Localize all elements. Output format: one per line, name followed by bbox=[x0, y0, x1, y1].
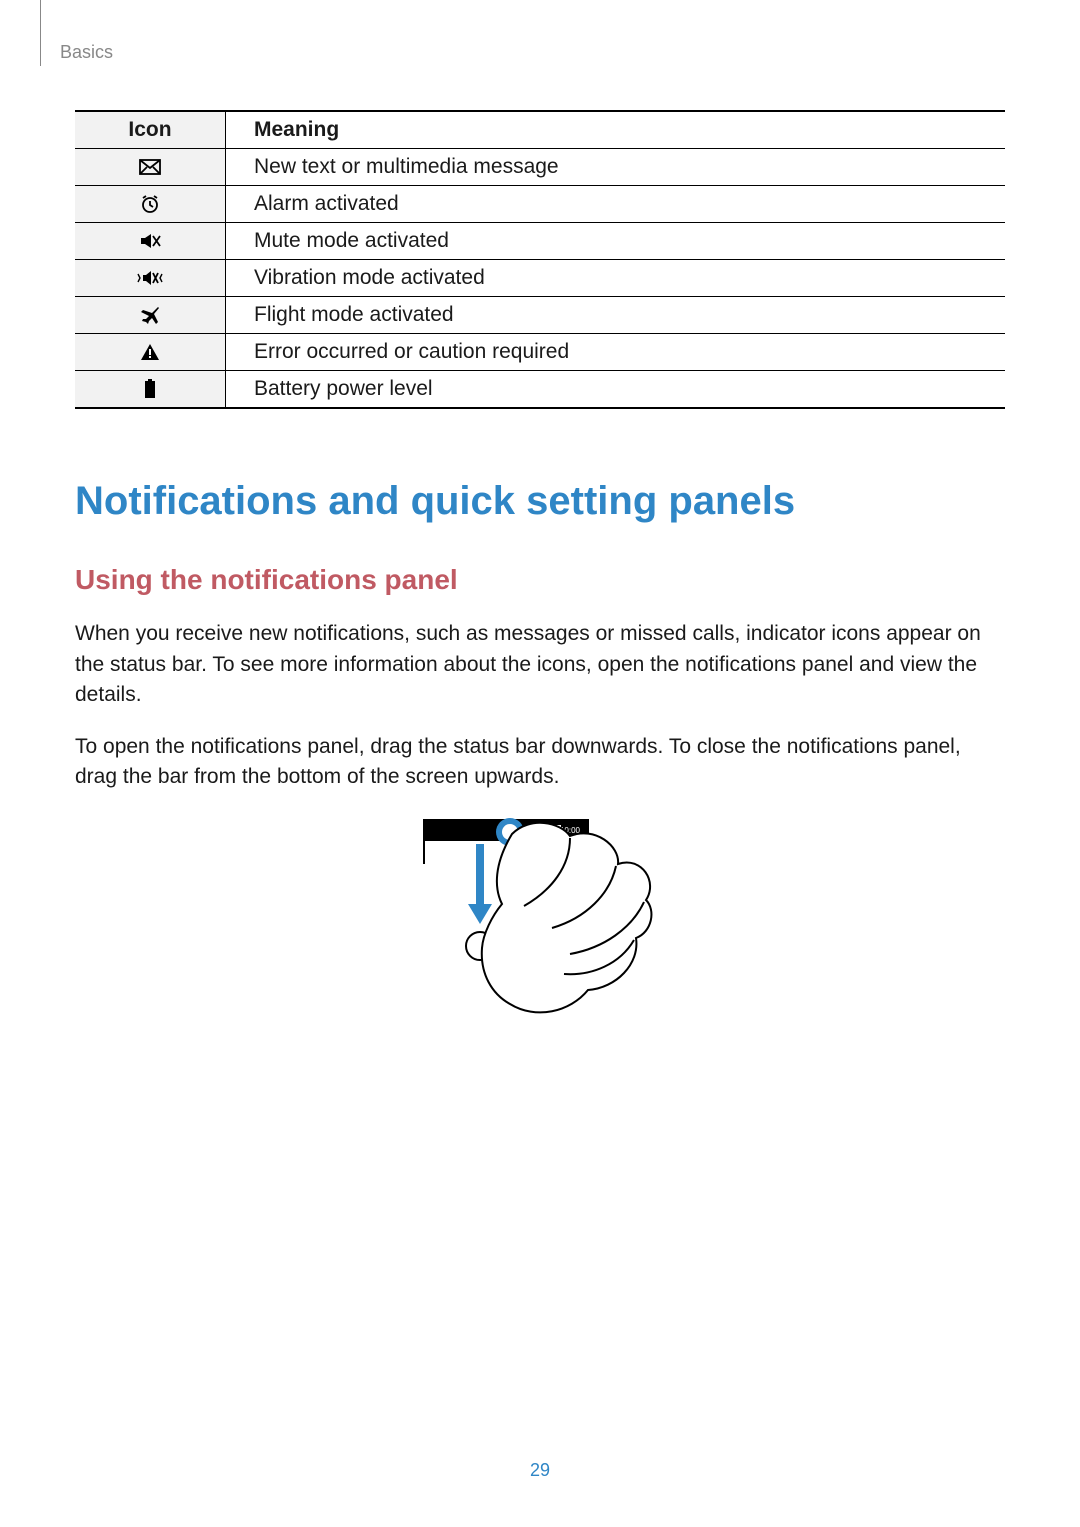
message-icon bbox=[75, 149, 226, 186]
table-cell-meaning: Vibration mode activated bbox=[226, 260, 1006, 297]
table-row: Vibration mode activated bbox=[75, 260, 1005, 297]
alarm-icon bbox=[75, 186, 226, 223]
table-header-meaning: Meaning bbox=[226, 111, 1006, 149]
header-rule bbox=[40, 0, 41, 66]
body-paragraph: When you receive new notifications, such… bbox=[75, 619, 1005, 710]
table-cell-meaning: Flight mode activated bbox=[226, 297, 1006, 334]
section-title: Notifications and quick setting panels bbox=[75, 479, 1005, 524]
table-row: Flight mode activated bbox=[75, 297, 1005, 334]
vibrate-icon bbox=[75, 260, 226, 297]
table-cell-meaning: Battery power level bbox=[226, 371, 1006, 409]
airplane-icon bbox=[75, 297, 226, 334]
table-row: Mute mode activated bbox=[75, 223, 1005, 260]
table-row: Battery power level bbox=[75, 371, 1005, 409]
table-header-icon: Icon bbox=[75, 111, 226, 149]
table-row: Error occurred or caution required bbox=[75, 334, 1005, 371]
breadcrumb: Basics bbox=[60, 42, 113, 63]
battery-icon bbox=[75, 371, 226, 409]
table-cell-meaning: Error occurred or caution required bbox=[226, 334, 1006, 371]
table-cell-meaning: Alarm activated bbox=[226, 186, 1006, 223]
table-cell-meaning: New text or multimedia message bbox=[226, 149, 1006, 186]
mute-icon bbox=[75, 223, 226, 260]
table-cell-meaning: Mute mode activated bbox=[226, 223, 1006, 260]
subsection-title: Using the notifications panel bbox=[75, 564, 1005, 596]
page-number: 29 bbox=[0, 1460, 1080, 1481]
status-icons-table: Icon Meaning New text or multimedia mess… bbox=[75, 110, 1005, 409]
body-paragraph: To open the notifications panel, drag th… bbox=[75, 732, 1005, 793]
table-row: Alarm activated bbox=[75, 186, 1005, 223]
warning-icon bbox=[75, 334, 226, 371]
table-row: New text or multimedia message bbox=[75, 149, 1005, 186]
swipe-down-illustration: 10:00 bbox=[420, 816, 660, 1041]
